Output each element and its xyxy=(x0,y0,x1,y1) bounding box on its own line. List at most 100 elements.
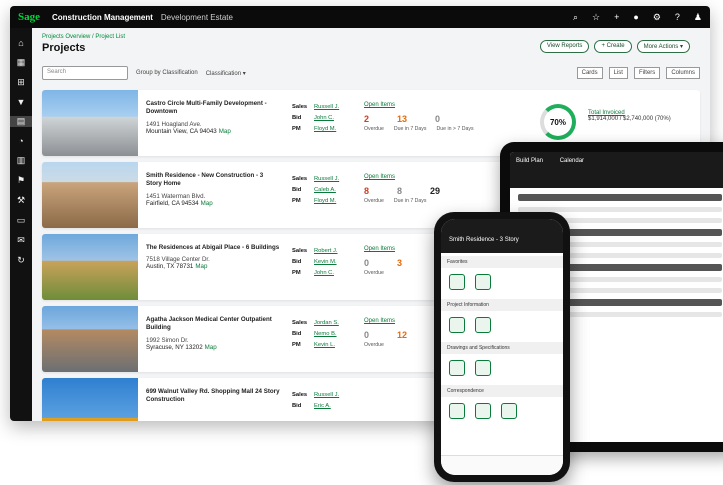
pm-person[interactable]: Kevin L. xyxy=(314,342,335,348)
sales-person[interactable]: Russell J. xyxy=(314,176,339,182)
context-switcher[interactable]: Development Estate xyxy=(161,13,233,22)
due-gt7-count: 0 xyxy=(435,114,441,124)
group-by-checkbox[interactable]: Group by Classification xyxy=(136,70,198,76)
overdue-label: Overdue xyxy=(364,342,384,348)
pm-label: PM xyxy=(292,198,301,204)
bid-label: Bid xyxy=(292,259,302,265)
tablet-tab-build-plan[interactable]: Build Plan xyxy=(516,158,543,164)
overdue-label: Overdue xyxy=(364,126,384,132)
bid-person[interactable]: Caleb A. xyxy=(314,187,336,193)
sync-icon[interactable]: ↻ xyxy=(17,255,25,266)
bid-person[interactable]: Nemo B. xyxy=(314,331,337,337)
overdue-label: Overdue xyxy=(364,270,384,276)
project-city: Austin, TX 78731 xyxy=(146,263,194,271)
project-photo xyxy=(42,90,138,156)
due-7-label: Due in 7 Days xyxy=(393,198,427,204)
toolbar: Search Group by Classification Classific… xyxy=(42,66,700,80)
gear-icon[interactable]: ⚙ xyxy=(653,12,661,23)
open-items-link[interactable]: Open Items xyxy=(364,174,496,180)
phone-section-label: Correspondence xyxy=(441,385,563,397)
invoiced-progress-ring: 70% xyxy=(540,104,576,140)
project-name[interactable]: Smith Residence - New Construction - 3 S… xyxy=(146,172,280,189)
project-address: 1992 Simon Dr. xyxy=(146,336,189,344)
home-icon[interactable]: ⌂ xyxy=(18,38,23,48)
classification-select[interactable]: Classification ▾ xyxy=(206,70,246,77)
specs-icon[interactable] xyxy=(475,360,491,376)
project-name[interactable]: Castro Circle Multi-Family Development -… xyxy=(146,100,280,117)
phone-section-label: Drawings and Specifications xyxy=(441,342,563,354)
help-icon[interactable]: ? xyxy=(675,12,680,23)
info-icon[interactable] xyxy=(449,317,465,333)
view-reports-button[interactable]: View Reports xyxy=(539,40,590,53)
project-name[interactable]: 699 Walnut Valley Rd. Shopping Mall 24 S… xyxy=(146,388,280,405)
dashboard-icon[interactable]: ▥ xyxy=(17,155,26,166)
pm-label: PM xyxy=(292,270,301,276)
sales-label: Sales xyxy=(292,320,308,326)
tools-icon[interactable]: ⚒ xyxy=(17,195,25,206)
project-photo xyxy=(42,306,138,372)
map-link[interactable]: Map xyxy=(205,344,217,351)
create-button[interactable]: + Create xyxy=(594,40,632,53)
columns-button[interactable]: Columns xyxy=(666,67,700,79)
due-7-count: 8 xyxy=(397,186,403,196)
filter-icon[interactable]: ▼ xyxy=(17,97,26,107)
apps-icon[interactable]: ▦ xyxy=(17,57,26,68)
tablet-tab-calendar[interactable]: Calendar xyxy=(560,158,584,164)
sales-person[interactable]: Jordan S. xyxy=(314,320,339,326)
project-photo xyxy=(42,234,138,300)
journal-icon[interactable] xyxy=(475,403,491,419)
rfi-icon[interactable] xyxy=(501,403,517,419)
drawings-icon[interactable] xyxy=(449,360,465,376)
phone-section-label: Project Information xyxy=(441,299,563,311)
plus-icon[interactable]: + xyxy=(614,12,619,23)
phone-bottom-nav[interactable] xyxy=(441,455,563,475)
pm-label: PM xyxy=(292,342,301,348)
star-icon[interactable]: ☆ xyxy=(592,12,600,23)
pm-person[interactable]: Floyd M. xyxy=(314,198,336,204)
tablet-header: Build Plan Calendar xyxy=(510,152,723,188)
chart-icon[interactable] xyxy=(475,274,491,290)
user-icon[interactable]: ♟ xyxy=(694,12,702,23)
document-icon[interactable]: ▭ xyxy=(17,215,26,226)
email-icon[interactable] xyxy=(449,403,465,419)
more-actions-button[interactable]: More Actions ▾ xyxy=(636,40,690,53)
sales-person[interactable]: Russell J. xyxy=(314,104,339,110)
bid-person[interactable]: John C. xyxy=(314,115,334,121)
phone-section-label: Favorites xyxy=(441,256,563,268)
bell-icon[interactable] xyxy=(449,274,465,290)
project-photo xyxy=(42,162,138,228)
map-link[interactable]: Map xyxy=(195,263,207,270)
search-icon[interactable]: ⌕ xyxy=(573,12,578,23)
map-link[interactable]: Map xyxy=(219,128,231,135)
project-name[interactable]: Agatha Jackson Medical Center Outpatient… xyxy=(146,316,280,333)
open-items-link[interactable]: Open Items xyxy=(364,102,496,108)
sales-label: Sales xyxy=(292,104,308,110)
cards-view-button[interactable]: Cards xyxy=(576,67,603,79)
filters-button[interactable]: Filters xyxy=(633,67,661,79)
mail-icon[interactable]: ✉ xyxy=(17,235,25,246)
phone-device: Smith Residence - 3 Story Favorites Proj… xyxy=(434,212,570,482)
people-icon[interactable]: ⚑ xyxy=(17,175,25,186)
gallery-icon[interactable]: ⊞ xyxy=(17,77,25,88)
projects-icon[interactable]: ▤ xyxy=(10,116,32,127)
bid-label: Bid xyxy=(292,187,302,193)
pm-person[interactable]: John C. xyxy=(314,270,334,276)
chart-icon[interactable]: ◔ xyxy=(18,136,23,146)
pm-person[interactable]: Floyd M. xyxy=(314,126,336,132)
bell-icon[interactable]: ● xyxy=(633,12,638,23)
search-input[interactable]: Search xyxy=(42,66,128,80)
due-7-count: 3 xyxy=(397,258,403,268)
project-address: 7518 Village Center Dr. xyxy=(146,256,210,264)
tablet-row xyxy=(518,194,722,201)
bid-person[interactable]: Kevin M. xyxy=(314,259,337,265)
directory-icon[interactable] xyxy=(475,317,491,333)
map-link[interactable]: Map xyxy=(201,200,213,207)
bid-person[interactable]: Eric A. xyxy=(314,403,331,409)
overdue-count: 0 xyxy=(364,258,370,268)
due-7-label: Due in 7 Days xyxy=(393,126,427,132)
sales-person[interactable]: Robert J. xyxy=(314,248,338,254)
overdue-count: 2 xyxy=(364,114,370,124)
project-name[interactable]: The Residences at Abigail Place - 6 Buil… xyxy=(146,244,280,252)
sales-person[interactable]: Russell J. xyxy=(314,392,339,398)
list-view-button[interactable]: List xyxy=(608,67,628,79)
